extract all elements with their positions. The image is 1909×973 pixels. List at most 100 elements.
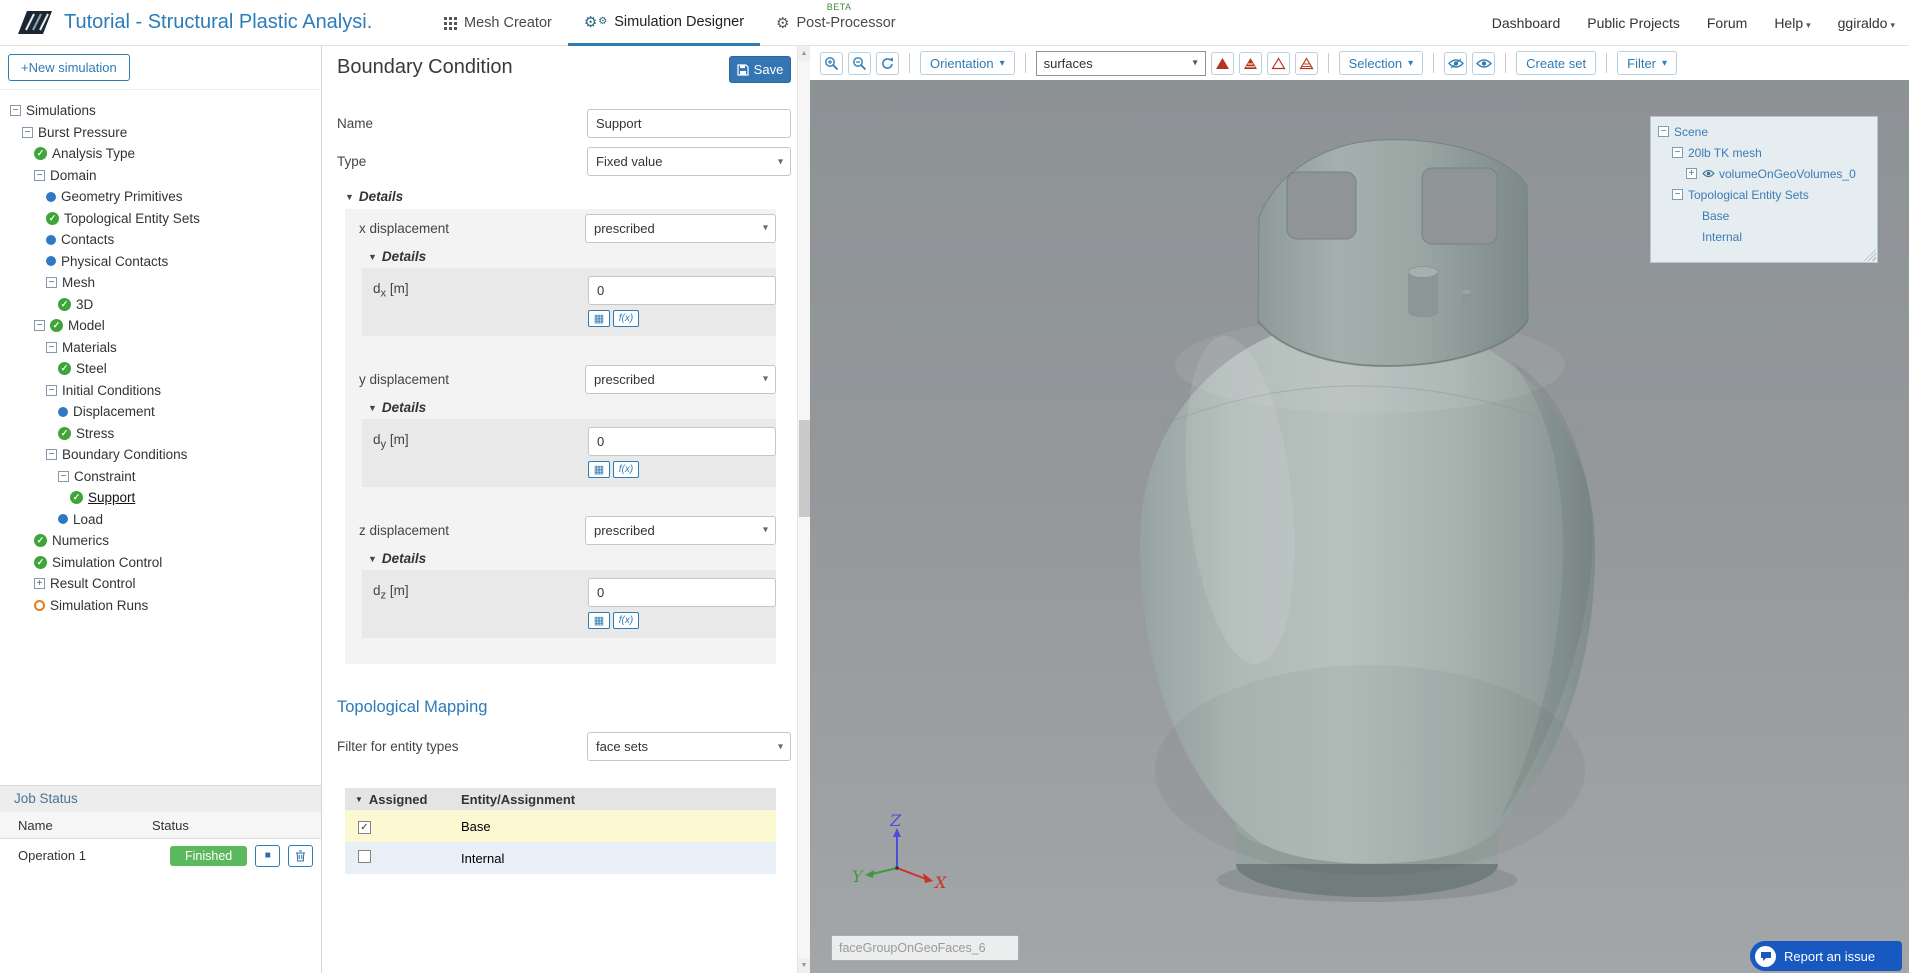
collapse-icon[interactable]: −: [46, 277, 57, 289]
tree-item-model[interactable]: − ✓ Model: [0, 315, 321, 337]
collapse-icon[interactable]: −: [10, 105, 21, 117]
collapse-icon[interactable]: −: [1658, 126, 1669, 137]
tree-item-simulations[interactable]: − Simulations: [0, 100, 321, 122]
displacement-mode-select[interactable]: prescribed ▾: [585, 213, 776, 243]
nav-link-forum[interactable]: Forum: [1707, 15, 1747, 31]
mapping-row-base[interactable]: ✓ Base: [345, 810, 776, 842]
table-input-button[interactable]: ▦: [588, 461, 610, 478]
scene-node-base[interactable]: Base: [1651, 205, 1877, 226]
tree-item-materials[interactable]: − Materials: [0, 337, 321, 359]
nav-link-dashboard[interactable]: Dashboard: [1492, 15, 1561, 31]
tree-item-burst-pressure[interactable]: − Burst Pressure: [0, 122, 321, 144]
panel-scrollbar[interactable]: ▲ ▼: [797, 46, 810, 973]
displacement-value-input[interactable]: [588, 275, 776, 305]
display-mode-select[interactable]: surfaces ▾: [1035, 50, 1206, 76]
save-button[interactable]: Save: [729, 56, 791, 83]
tab-post-processor[interactable]: BETA ⚙ Post-Processor: [760, 0, 912, 46]
help-menu[interactable]: Help ▾: [1774, 15, 1810, 31]
user-menu[interactable]: ggiraldo ▾: [1838, 15, 1895, 31]
name-input[interactable]: [587, 109, 791, 138]
new-simulation-button[interactable]: +New simulation: [8, 54, 130, 81]
collapse-icon[interactable]: −: [46, 341, 57, 353]
filter-dropdown[interactable]: Filter ▾: [1617, 51, 1678, 75]
show-all-eye-button[interactable]: [1472, 51, 1496, 75]
scene-node-internal[interactable]: Internal: [1651, 226, 1877, 247]
displacement-mode-select[interactable]: prescribed ▾: [585, 515, 776, 545]
assign-checkbox[interactable]: ✓: [358, 821, 371, 834]
collapse-icon[interactable]: −: [34, 169, 45, 181]
scrollbar-thumb[interactable]: [799, 420, 810, 517]
tree-item-physical-contacts[interactable]: Physical Contacts: [0, 251, 321, 273]
details-toggle[interactable]: ▼ Details: [368, 551, 776, 566]
tree-item-geometry-primitives[interactable]: Geometry Primitives: [0, 186, 321, 208]
report-issue-button[interactable]: Report an issue: [1750, 941, 1902, 971]
outline-triangle-mode-button[interactable]: [1266, 51, 1290, 75]
entity-filter-select[interactable]: face sets ▾: [587, 732, 791, 761]
expand-icon[interactable]: +: [1686, 168, 1697, 179]
scene-node-topological-entity-sets[interactable]: − Topological Entity Sets: [1651, 184, 1877, 205]
app-logo[interactable]: [12, 6, 56, 40]
tree-item-topological-entity-sets[interactable]: ✓ Topological Entity Sets: [0, 208, 321, 230]
collapse-icon[interactable]: −: [1672, 189, 1683, 200]
tree-item-contacts[interactable]: Contacts: [0, 229, 321, 251]
stop-job-button[interactable]: ■: [255, 844, 281, 867]
details-toggle[interactable]: ▼ Details: [368, 400, 776, 415]
tree-item-simulation-runs[interactable]: Simulation Runs: [0, 595, 321, 617]
collapse-icon[interactable]: −: [1672, 147, 1683, 158]
formula-input-button[interactable]: f(x): [613, 461, 639, 478]
create-set-button[interactable]: Create set: [1516, 51, 1597, 75]
zoom-fit-button[interactable]: [848, 51, 871, 75]
render-canvas[interactable]: − Scene −20lb TK mesh + volumeOnGeoVolumes_0…: [810, 80, 1909, 973]
scene-node-20lb-tk-mesh[interactable]: −20lb TK mesh: [1651, 142, 1877, 163]
tree-item-load[interactable]: Load: [0, 509, 321, 531]
tab-simulation-designer[interactable]: ⚙ ⚙ Simulation Designer: [567, 0, 761, 46]
delete-job-button[interactable]: [288, 844, 314, 867]
formula-input-button[interactable]: f(x): [613, 612, 639, 629]
striped-triangle-mode-button[interactable]: [1238, 51, 1262, 75]
collapse-icon[interactable]: −: [34, 320, 45, 332]
tree-item-displacement[interactable]: Displacement: [0, 401, 321, 423]
details-toggle[interactable]: ▼ Details: [345, 189, 791, 204]
displacement-mode-select[interactable]: prescribed ▾: [585, 364, 776, 394]
tree-item-initial-conditions[interactable]: − Initial Conditions: [0, 380, 321, 402]
tab-mesh-creator[interactable]: Mesh Creator: [428, 0, 568, 46]
refresh-view-button[interactable]: [876, 51, 899, 75]
selection-dropdown[interactable]: Selection ▾: [1338, 51, 1424, 75]
collapse-icon[interactable]: −: [22, 126, 33, 138]
scroll-up-arrow[interactable]: ▲: [798, 46, 810, 61]
tree-item-domain[interactable]: − Domain: [0, 165, 321, 187]
tree-item-mesh[interactable]: − Mesh: [0, 272, 321, 294]
face-group-input[interactable]: [831, 935, 1019, 961]
project-title[interactable]: Tutorial - Structural Plastic Analysi...: [64, 11, 374, 34]
displacement-value-input[interactable]: [588, 577, 776, 607]
scene-node-volumeongeovolumes-0[interactable]: + volumeOnGeoVolumes_0: [1651, 163, 1877, 184]
tree-item-support[interactable]: ✓ Support: [0, 487, 321, 509]
zoom-in-button[interactable]: [820, 51, 843, 75]
tree-item-simulation-control[interactable]: ✓ Simulation Control: [0, 552, 321, 574]
tree-item-steel[interactable]: ✓ Steel: [0, 358, 321, 380]
scroll-down-arrow[interactable]: ▼: [798, 958, 810, 973]
tree-item-boundary-conditions[interactable]: − Boundary Conditions: [0, 444, 321, 466]
tree-item-analysis-type[interactable]: ✓ Analysis Type: [0, 143, 321, 165]
collapse-icon[interactable]: −: [46, 384, 57, 396]
type-select[interactable]: Fixed value ▾: [587, 147, 791, 176]
tree-item-constraint[interactable]: − Constraint: [0, 466, 321, 488]
wire-triangle-mode-button[interactable]: [1294, 51, 1318, 75]
nav-link-public-projects[interactable]: Public Projects: [1587, 15, 1680, 31]
visibility-eye-icon[interactable]: [1702, 167, 1715, 181]
table-input-button[interactable]: ▦: [588, 612, 610, 629]
solid-triangle-mode-button[interactable]: [1210, 51, 1234, 75]
collapse-icon[interactable]: −: [58, 470, 69, 482]
hide-selection-eye-button[interactable]: [1444, 51, 1468, 75]
tree-item-result-control[interactable]: + Result Control: [0, 573, 321, 595]
tree-item-3d[interactable]: ✓ 3D: [0, 294, 321, 316]
scene-node-scene[interactable]: − Scene: [1651, 121, 1877, 142]
tree-item-numerics[interactable]: ✓ Numerics: [0, 530, 321, 552]
resize-grip-icon[interactable]: [1864, 249, 1876, 261]
mapping-row-internal[interactable]: Internal: [345, 842, 776, 874]
collapse-icon[interactable]: −: [46, 449, 57, 461]
assigned-column-header[interactable]: Assigned: [369, 792, 428, 807]
assign-checkbox[interactable]: [358, 850, 371, 863]
tree-item-stress[interactable]: ✓ Stress: [0, 423, 321, 445]
table-input-button[interactable]: ▦: [588, 310, 610, 327]
